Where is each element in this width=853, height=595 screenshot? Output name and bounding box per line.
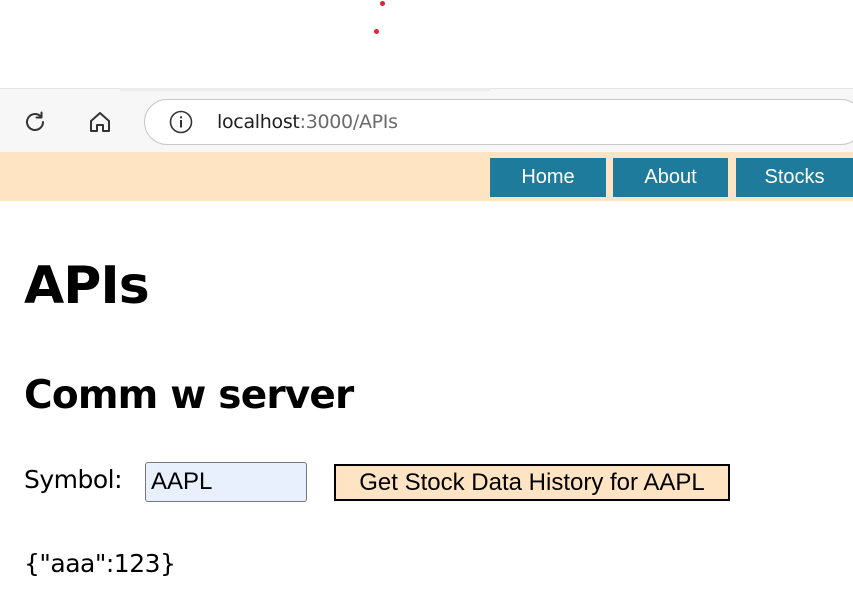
url-host: localhost — [217, 111, 300, 133]
url-text[interactable]: localhost:3000/APIs — [217, 111, 398, 133]
section-title: Comm w server — [24, 373, 354, 418]
page-title: APIs — [24, 256, 150, 316]
nav-link-stocks[interactable]: Stocks — [736, 158, 853, 197]
url-path: :3000/APIs — [299, 111, 398, 133]
site-info-icon[interactable] — [169, 110, 193, 134]
browser-tab-edge — [120, 88, 490, 91]
get-stock-data-button[interactable]: Get Stock Data History for AAPL — [334, 464, 730, 501]
symbol-input[interactable] — [145, 462, 307, 502]
symbol-label: Symbol: — [24, 465, 123, 494]
top-blank-area — [0, 0, 853, 88]
reload-icon[interactable] — [17, 104, 53, 140]
red-dot-marker — [380, 1, 385, 6]
result-output: {"aaa":123} — [24, 549, 176, 578]
home-icon[interactable] — [82, 104, 118, 140]
nav-link-home[interactable]: Home — [490, 158, 606, 197]
nav-link-about[interactable]: About — [613, 158, 728, 197]
red-dot-marker — [374, 29, 379, 34]
